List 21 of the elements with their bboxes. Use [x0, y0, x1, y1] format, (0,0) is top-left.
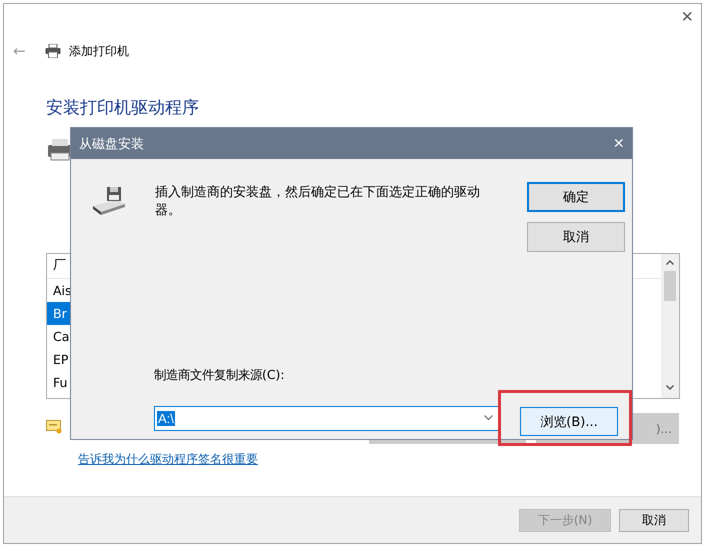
- cancel-button[interactable]: 取消: [527, 222, 625, 252]
- scrollbar[interactable]: [661, 254, 679, 398]
- ok-button[interactable]: 确定: [527, 182, 625, 212]
- dialog-title: 从磁盘安装: [79, 136, 144, 152]
- instruction-text: 插入制造商的安装盘，然后确定已在下面选定正确的驱动器。: [155, 184, 481, 220]
- browse-button[interactable]: 浏览(B)...: [520, 407, 618, 436]
- page-heading: 安装打印机驱动程序: [46, 97, 200, 119]
- scroll-thumb[interactable]: [664, 271, 676, 301]
- certificate-icon: [46, 420, 62, 434]
- caret-icon: [484, 415, 493, 421]
- window-title: 添加打印机: [69, 42, 129, 60]
- source-combo-box[interactable]: A:\: [154, 406, 500, 430]
- disk-drive-icon: [91, 186, 127, 216]
- close-button[interactable]: ×: [613, 133, 624, 154]
- close-button[interactable]: ×: [681, 6, 693, 29]
- driver-signing-link[interactable]: 告诉我为什么驱动程序签名很重要: [78, 452, 258, 466]
- field-label: 制造商文件复制来源(C):: [154, 367, 286, 384]
- cancel-button[interactable]: 取消: [619, 508, 689, 532]
- scroll-down-icon[interactable]: [666, 385, 674, 390]
- printer-icon: [45, 44, 61, 58]
- scroll-up-icon[interactable]: [666, 260, 674, 265]
